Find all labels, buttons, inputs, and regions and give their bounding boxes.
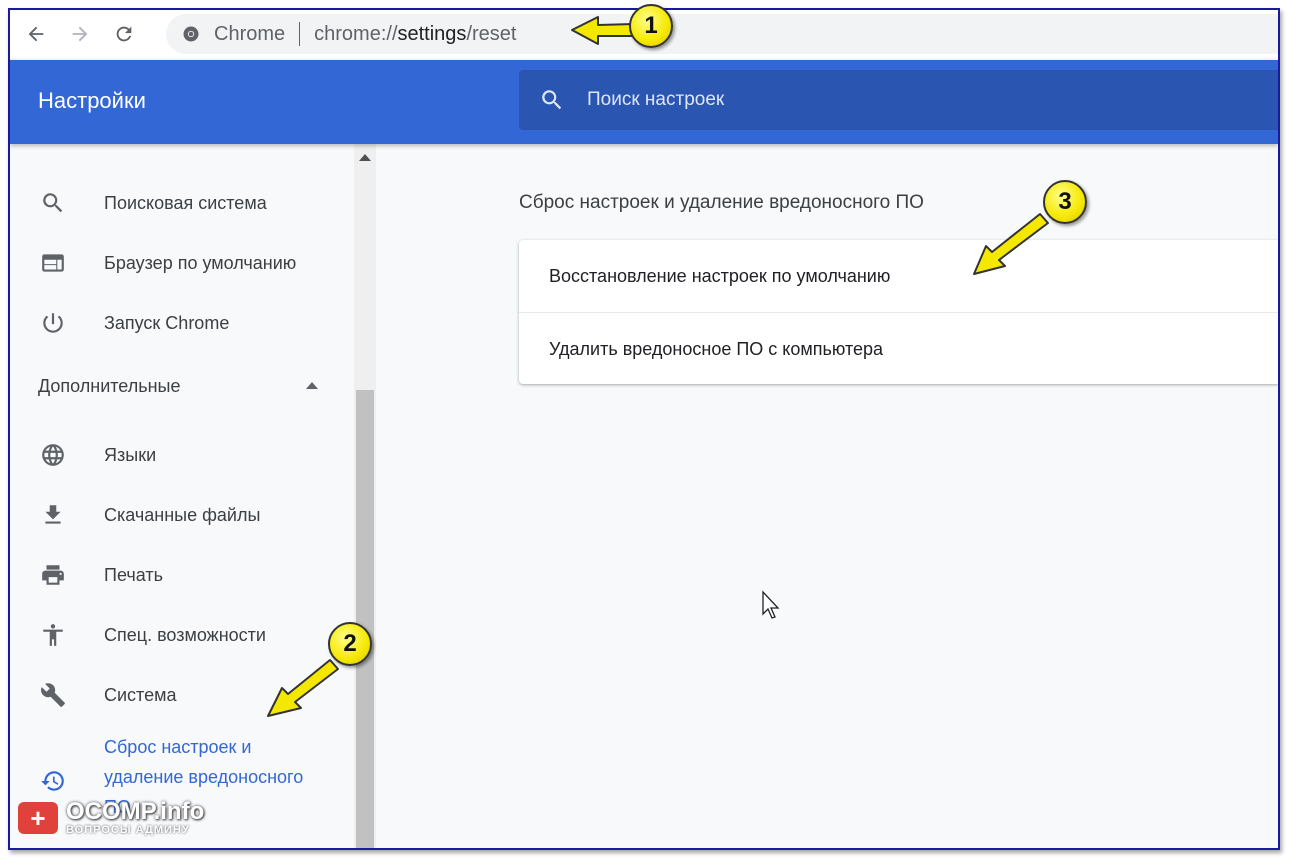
browser-window: Chrome chrome://settings/reset Настройки… bbox=[8, 8, 1280, 850]
row-label: Восстановление настроек по умолчанию bbox=[549, 265, 891, 286]
wrench-icon bbox=[38, 680, 68, 710]
sidebar-item-label: Языки bbox=[104, 444, 157, 465]
mouse-cursor-icon bbox=[762, 590, 780, 619]
download-icon bbox=[38, 500, 68, 530]
sidebar-item-on-startup[interactable]: Запуск Chrome bbox=[10, 298, 350, 348]
sidebar-item-system[interactable]: Система bbox=[10, 670, 350, 720]
sidebar-section-advanced[interactable]: Дополнительные bbox=[38, 376, 181, 397]
reload-icon bbox=[116, 26, 132, 42]
sidebar-item-label: Система bbox=[104, 684, 177, 705]
sidebar: Поисковая система Браузер по умолчанию З… bbox=[10, 144, 354, 848]
accessibility-icon bbox=[38, 620, 68, 650]
sidebar-item-label: Браузер по умолчанию bbox=[104, 252, 297, 273]
url-text: chrome://settings/reset bbox=[314, 22, 517, 45]
annotation-badge-3: 3 bbox=[1043, 180, 1087, 224]
browser-window-icon bbox=[38, 248, 68, 278]
sidebar-item-label: Запуск Chrome bbox=[104, 312, 230, 333]
collapse-arrow-icon[interactable] bbox=[306, 382, 318, 389]
chrome-icon bbox=[183, 26, 199, 42]
forward-button[interactable] bbox=[62, 16, 98, 52]
section-title: Сброс настроек и удаление вредоносного П… bbox=[519, 192, 924, 213]
scroll-up-arrow-icon[interactable] bbox=[359, 154, 371, 161]
sidebar-item-label: Поисковая система bbox=[104, 192, 267, 213]
sidebar-item-label: Скачанные файлы bbox=[104, 504, 261, 525]
scroll-thumb[interactable] bbox=[356, 390, 374, 848]
watermark-subtitle: ВОПРОСЫ АДМИНУ bbox=[66, 824, 190, 836]
sidebar-item-downloads[interactable]: Скачанные файлы bbox=[10, 490, 350, 540]
watermark-title: OCOMP.info bbox=[66, 798, 205, 825]
clean-up-computer-row[interactable]: Удалить вредоносное ПО с компьютера bbox=[519, 312, 1278, 385]
watermark: + OCOMP.info ВОПРОСЫ АДМИНУ bbox=[18, 800, 204, 836]
sidebar-scrollbar[interactable] bbox=[354, 144, 376, 848]
sidebar-item-accessibility[interactable]: Спец. возможности bbox=[10, 610, 350, 660]
search-icon bbox=[38, 188, 68, 218]
settings-search[interactable] bbox=[519, 70, 1278, 130]
globe-icon bbox=[38, 440, 68, 470]
arrow-left-icon bbox=[28, 26, 44, 42]
power-icon bbox=[38, 308, 68, 338]
annotation-badge-1: 1 bbox=[629, 4, 673, 48]
sidebar-item-label: Спец. возможности bbox=[104, 624, 266, 645]
restore-icon bbox=[38, 766, 68, 796]
site-label: Chrome bbox=[214, 22, 286, 45]
sidebar-item-label: Печать bbox=[104, 564, 163, 585]
arrow-right-icon bbox=[72, 26, 88, 42]
row-label: Удалить вредоносное ПО с компьютера bbox=[549, 338, 884, 359]
print-icon bbox=[38, 560, 68, 590]
address-bar[interactable]: Chrome chrome://settings/reset bbox=[166, 14, 1278, 54]
reset-card: Восстановление настроек по умолчанию Уда… bbox=[519, 240, 1278, 384]
omnibox-separator bbox=[299, 22, 301, 46]
settings-header: Настройки bbox=[10, 60, 1278, 144]
search-icon bbox=[542, 90, 562, 110]
restore-defaults-row[interactable]: Восстановление настроек по умолчанию bbox=[519, 240, 1278, 312]
sidebar-item-default-browser[interactable]: Браузер по умолчанию bbox=[10, 238, 350, 288]
search-input[interactable] bbox=[585, 88, 1189, 112]
reload-button[interactable] bbox=[106, 16, 142, 52]
back-button[interactable] bbox=[18, 16, 54, 52]
annotation-badge-2: 2 bbox=[328, 622, 372, 666]
plus-icon: + bbox=[18, 802, 58, 834]
sidebar-item-search-engine[interactable]: Поисковая система bbox=[10, 178, 350, 228]
sidebar-item-printing[interactable]: Печать bbox=[10, 550, 350, 600]
sidebar-item-languages[interactable]: Языки bbox=[10, 430, 350, 480]
page-title: Настройки bbox=[38, 88, 146, 113]
